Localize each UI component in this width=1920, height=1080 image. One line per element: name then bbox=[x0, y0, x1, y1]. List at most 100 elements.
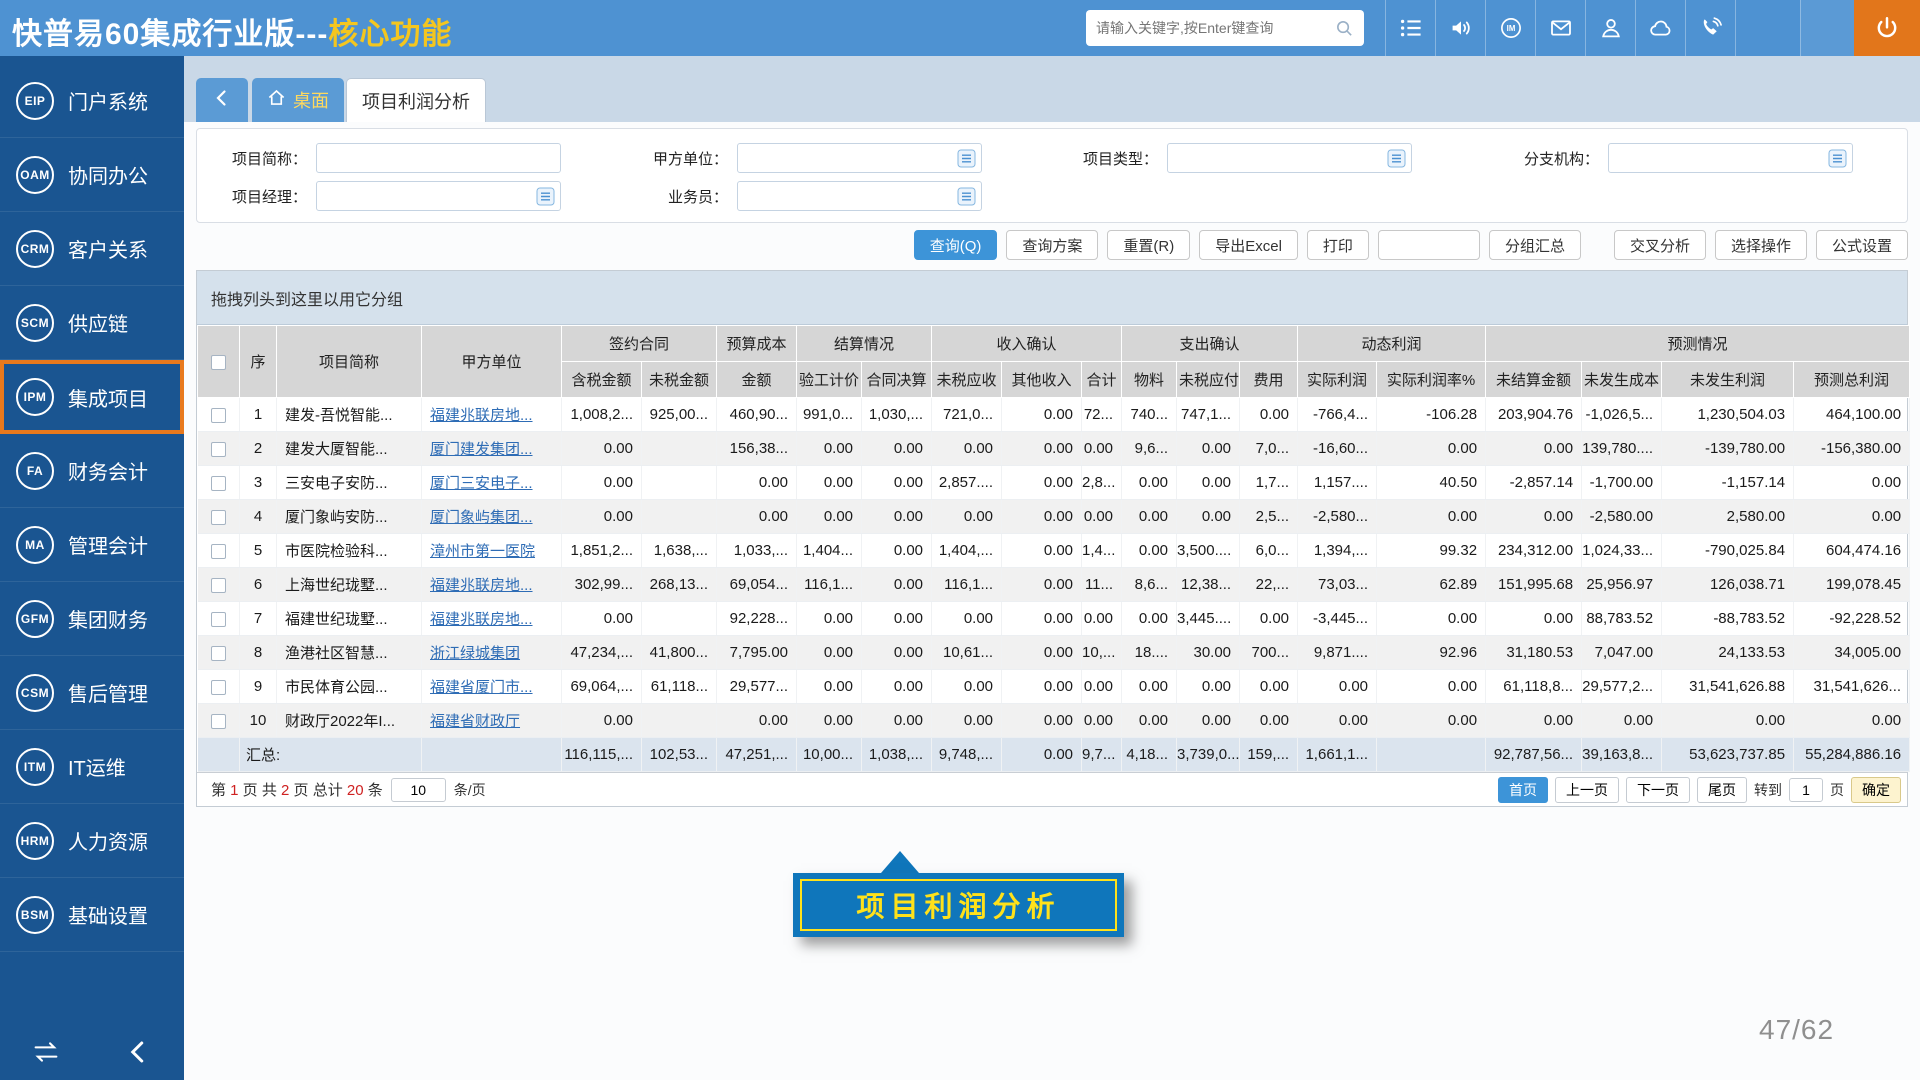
table-row[interactable]: 8渔港社区智慧...浙江绿城集团47,234,...41,800...7,795… bbox=[198, 636, 1910, 670]
table-row[interactable]: 10财政厅2022年I...福建省财政厅0.000.000.000.000.00… bbox=[198, 704, 1910, 738]
pager-confirm-button[interactable]: 确定 bbox=[1851, 777, 1901, 803]
table-row[interactable]: 3三安电子安防...厦门三安电子...0.000.000.000.002,857… bbox=[198, 466, 1910, 500]
column-header[interactable]: 未发生成本 bbox=[1582, 362, 1662, 398]
sidebar-item-gfm[interactable]: GFM集团财务 bbox=[0, 582, 184, 656]
table-row[interactable]: 2建发大厦智能...厦门建发集团...0.00156,38...0.000.00… bbox=[198, 432, 1910, 466]
row-checkbox[interactable] bbox=[211, 510, 226, 525]
column-header[interactable]: 未结算金额 bbox=[1486, 362, 1582, 398]
client-link[interactable]: 福建省厦门市... bbox=[430, 679, 533, 696]
column-header[interactable]: 物料 bbox=[1122, 362, 1177, 398]
column-header[interactable]: 预测总利润 bbox=[1794, 362, 1910, 398]
column-header[interactable]: 序 bbox=[240, 326, 277, 398]
user-icon[interactable] bbox=[1585, 0, 1635, 56]
table-row[interactable]: 7福建世纪珑墅...福建兆联房地...0.0092,228...0.000.00… bbox=[198, 602, 1910, 636]
filter-input[interactable] bbox=[1168, 144, 1387, 172]
toolbar-button-选择操作[interactable]: 选择操作 bbox=[1715, 230, 1807, 260]
column-header[interactable]: 项目简称 bbox=[277, 326, 422, 398]
table-row[interactable]: 4厦门象屿安防...厦门象屿集团...0.000.000.000.000.000… bbox=[198, 500, 1910, 534]
list-icon[interactable] bbox=[1385, 0, 1435, 56]
sidebar-item-scm[interactable]: SCM供应链 bbox=[0, 286, 184, 360]
column-header[interactable]: 未税应付 bbox=[1177, 362, 1240, 398]
filter-input[interactable] bbox=[317, 182, 536, 210]
tab-profit-analysis[interactable]: 项目利润分析 bbox=[346, 78, 486, 122]
filter-input[interactable] bbox=[738, 182, 957, 210]
column-header[interactable]: 费用 bbox=[1240, 362, 1298, 398]
column-header[interactable]: 合计 bbox=[1082, 362, 1122, 398]
phone-icon[interactable] bbox=[1685, 0, 1735, 56]
row-checkbox[interactable] bbox=[211, 578, 226, 593]
toolbar-button-公式设置[interactable]: 公式设置 bbox=[1816, 230, 1908, 260]
toolbar-button-交叉分析[interactable]: 交叉分析 bbox=[1614, 230, 1706, 260]
sidebar-item-ma[interactable]: MA管理会计 bbox=[0, 508, 184, 582]
toolbar-button-分组汇总[interactable]: 分组汇总 bbox=[1489, 230, 1581, 260]
client-link[interactable]: 福建兆联房地... bbox=[430, 407, 533, 424]
sidebar-item-crm[interactable]: CRM客户关系 bbox=[0, 212, 184, 286]
column-group-header[interactable]: 结算情况 bbox=[797, 326, 932, 362]
row-checkbox[interactable] bbox=[211, 408, 226, 423]
filter-input[interactable] bbox=[317, 144, 560, 172]
column-group-header[interactable]: 预测情况 bbox=[1486, 326, 1910, 362]
group-drop-zone[interactable]: 拖拽列头到这里以用它分组 bbox=[197, 271, 1907, 325]
column-header[interactable]: 甲方单位 bbox=[422, 326, 562, 398]
column-header[interactable]: 未税金额 bbox=[642, 362, 717, 398]
lookup-icon[interactable] bbox=[536, 187, 555, 206]
column-group-header[interactable]: 收入确认 bbox=[932, 326, 1122, 362]
column-header[interactable]: 实际利润 bbox=[1298, 362, 1377, 398]
pager-button-首页[interactable]: 首页 bbox=[1498, 777, 1548, 803]
mail-icon[interactable] bbox=[1535, 0, 1585, 56]
sidebar-item-hrm[interactable]: HRM人力资源 bbox=[0, 804, 184, 878]
column-header[interactable]: 含税金额 bbox=[562, 362, 642, 398]
client-link[interactable]: 厦门象屿集团... bbox=[430, 509, 533, 526]
search-input[interactable] bbox=[1096, 20, 1335, 36]
sidebar-item-ipm[interactable]: IPM集成项目 bbox=[0, 360, 184, 434]
power-button[interactable] bbox=[1854, 0, 1920, 56]
toolbar-button-查询(Q)[interactable]: 查询(Q) bbox=[914, 230, 998, 260]
pager-button-上一页[interactable]: 上一页 bbox=[1555, 777, 1619, 803]
row-checkbox[interactable] bbox=[211, 714, 226, 729]
column-header[interactable]: 未发生利润 bbox=[1662, 362, 1794, 398]
back-button[interactable] bbox=[196, 78, 248, 122]
filter-input[interactable] bbox=[738, 144, 957, 172]
select-all-checkbox[interactable] bbox=[211, 355, 226, 370]
client-link[interactable]: 福建省财政厅 bbox=[430, 713, 520, 730]
goto-page-input[interactable] bbox=[1789, 778, 1823, 802]
sidebar-item-oam[interactable]: OAM协同办公 bbox=[0, 138, 184, 212]
sidebar-item-fa[interactable]: FA财务会计 bbox=[0, 434, 184, 508]
row-checkbox[interactable] bbox=[211, 612, 226, 627]
column-header[interactable]: 验工计价 bbox=[797, 362, 862, 398]
pager-button-尾页[interactable]: 尾页 bbox=[1697, 777, 1747, 803]
client-link[interactable]: 厦门建发集团... bbox=[430, 441, 533, 458]
row-checkbox[interactable] bbox=[211, 476, 226, 491]
lookup-icon[interactable] bbox=[957, 149, 976, 168]
table-row[interactable]: 5市医院检验科...漳州市第一医院1,851,2...1,638,...1,03… bbox=[198, 534, 1910, 568]
collapse-icon[interactable] bbox=[123, 1037, 153, 1067]
swap-icon[interactable] bbox=[31, 1037, 61, 1067]
column-group-header[interactable]: 预算成本 bbox=[717, 326, 797, 362]
sidebar-item-csm[interactable]: CSM售后管理 bbox=[0, 656, 184, 730]
cloud-icon[interactable] bbox=[1635, 0, 1685, 56]
column-header[interactable]: 金额 bbox=[717, 362, 797, 398]
row-checkbox[interactable] bbox=[211, 442, 226, 457]
toolbar-button-查询方案[interactable]: 查询方案 bbox=[1006, 230, 1098, 260]
toolbar-button-打印[interactable]: 打印 bbox=[1307, 230, 1369, 260]
pager-button-下一页[interactable]: 下一页 bbox=[1626, 777, 1690, 803]
toolbar-button-重置(R)[interactable]: 重置(R) bbox=[1107, 230, 1190, 260]
search-icon[interactable] bbox=[1335, 19, 1354, 38]
toolbar-button-导出Excel[interactable]: 导出Excel bbox=[1199, 230, 1298, 260]
page-size-input[interactable] bbox=[391, 778, 446, 802]
lookup-icon[interactable] bbox=[957, 187, 976, 206]
row-checkbox[interactable] bbox=[211, 544, 226, 559]
column-group-header[interactable]: 动态利润 bbox=[1298, 326, 1486, 362]
client-link[interactable]: 福建兆联房地... bbox=[430, 611, 533, 628]
column-header[interactable]: 未税应收 bbox=[932, 362, 1002, 398]
toolbar-button-blank[interactable] bbox=[1378, 230, 1480, 260]
tab-desktop[interactable]: 桌面 bbox=[252, 78, 344, 122]
row-checkbox[interactable] bbox=[211, 680, 226, 695]
column-header[interactable]: 其他收入 bbox=[1002, 362, 1082, 398]
filter-input[interactable] bbox=[1609, 144, 1828, 172]
sidebar-item-itm[interactable]: ITMIT运维 bbox=[0, 730, 184, 804]
column-header[interactable]: 合同决算 bbox=[862, 362, 932, 398]
lookup-icon[interactable] bbox=[1828, 149, 1847, 168]
column-header[interactable]: 实际利润率% bbox=[1377, 362, 1486, 398]
column-group-header[interactable]: 签约合同 bbox=[562, 326, 717, 362]
